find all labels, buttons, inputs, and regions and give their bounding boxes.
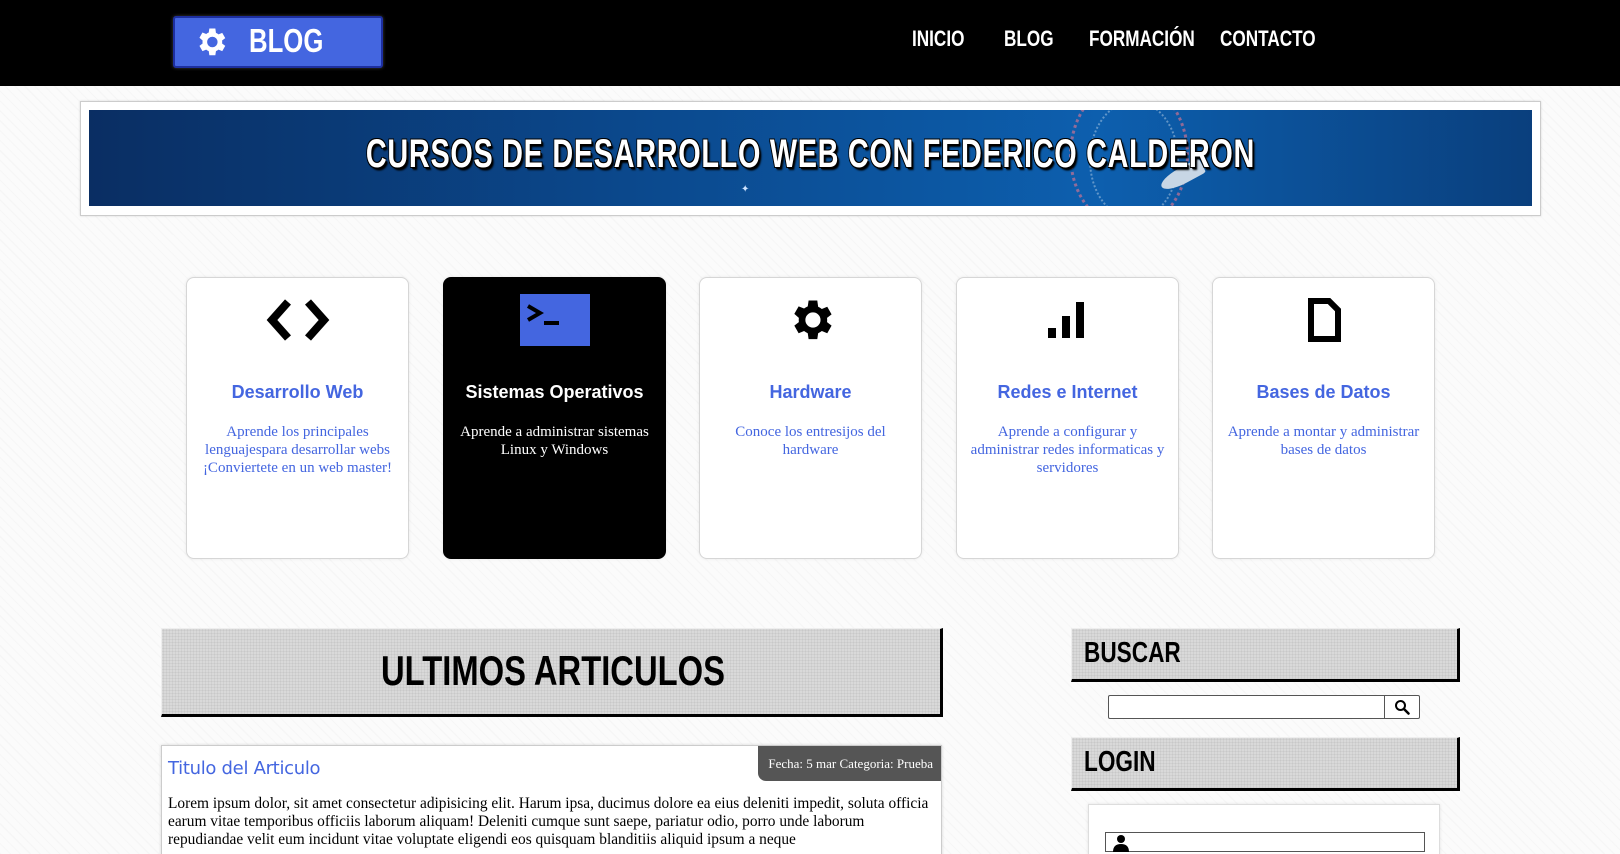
category-card-sistemas-operativos[interactable]: Sistemas Operativos Aprende a administra…: [443, 277, 666, 559]
user-icon: [1113, 835, 1129, 852]
card-title: Hardware: [769, 382, 852, 402]
username-field: [1105, 832, 1425, 852]
login-form: [1088, 804, 1440, 854]
code-icon: [266, 299, 329, 341]
category-card-hardware[interactable]: Hardware Conoce los entresijos del hardw…: [699, 277, 922, 559]
star-icon: ✦: [741, 184, 750, 195]
nav-inicio[interactable]: INICIO: [912, 26, 964, 52]
search-form: [1108, 695, 1420, 719]
banner-title: CURSOS DE DESARROLLO WEB CON FEDERICO CA…: [365, 132, 1256, 176]
category-card-bases-datos[interactable]: Bases de Datos Aprende a montar y admini…: [1212, 277, 1435, 559]
terminal-icon: [519, 294, 590, 346]
articles-heading: ULTIMOS ARTICULOS: [381, 647, 725, 694]
banner-frame: ✦ CURSOS DE DESARROLLO WEB CON FEDERICO …: [80, 101, 1541, 216]
article-title[interactable]: Titulo del Articulo: [168, 758, 321, 779]
card-description: Aprende a montar y administrar bases de …: [1227, 424, 1420, 458]
card-description: Aprende los principales lenguajespara de…: [202, 424, 393, 476]
articles-section-header: ULTIMOS ARTICULOS: [161, 628, 943, 717]
article-meta-badge: Fecha: 5 mar Categoria: Prueba: [758, 746, 941, 781]
search-heading: BUSCAR: [1084, 637, 1181, 669]
search-icon: [1395, 700, 1410, 715]
category-card-redes-internet[interactable]: Redes e Internet Aprende a configurar y …: [956, 277, 1179, 559]
signal-bars-icon: [1047, 302, 1084, 338]
card-title: Desarrollo Web: [231, 382, 364, 402]
document-icon: [1307, 298, 1341, 342]
card-description: Aprende a configurar y administrar redes…: [970, 424, 1165, 476]
nav-blog[interactable]: BLOG: [1004, 26, 1054, 52]
search-section-header: BUSCAR: [1071, 628, 1460, 682]
article-card: Titulo del Articulo Fecha: 5 mar Categor…: [161, 745, 942, 854]
card-description: Aprende a administrar sistemas Linux y W…: [460, 424, 649, 458]
top-navbar: BLOG INICIO BLOG FORMACIÓN CONTACTO: [0, 0, 1620, 86]
search-button[interactable]: [1384, 696, 1419, 718]
search-input[interactable]: [1109, 696, 1385, 718]
main-nav: INICIO BLOG FORMACIÓN CONTACTO: [0, 26, 1620, 60]
category-card-desarrollo-web[interactable]: Desarrollo Web Aprende los principales l…: [186, 277, 409, 559]
card-title: Sistemas Operativos: [465, 382, 644, 402]
article-excerpt: Lorem ipsum dolor, sit amet consectetur …: [168, 795, 929, 848]
login-section-header: LOGIN: [1071, 737, 1460, 791]
gear-icon: [793, 300, 832, 340]
card-title: Redes e Internet: [997, 382, 1138, 402]
username-input[interactable]: [1136, 833, 1424, 851]
nav-formacion[interactable]: FORMACIÓN: [1089, 26, 1195, 52]
banner: ✦ CURSOS DE DESARROLLO WEB CON FEDERICO …: [89, 110, 1532, 206]
login-heading: LOGIN: [1084, 746, 1156, 778]
card-title: Bases de Datos: [1256, 382, 1391, 402]
nav-contacto[interactable]: CONTACTO: [1220, 26, 1316, 52]
card-description: Conoce los entresijos del hardware: [735, 424, 886, 458]
